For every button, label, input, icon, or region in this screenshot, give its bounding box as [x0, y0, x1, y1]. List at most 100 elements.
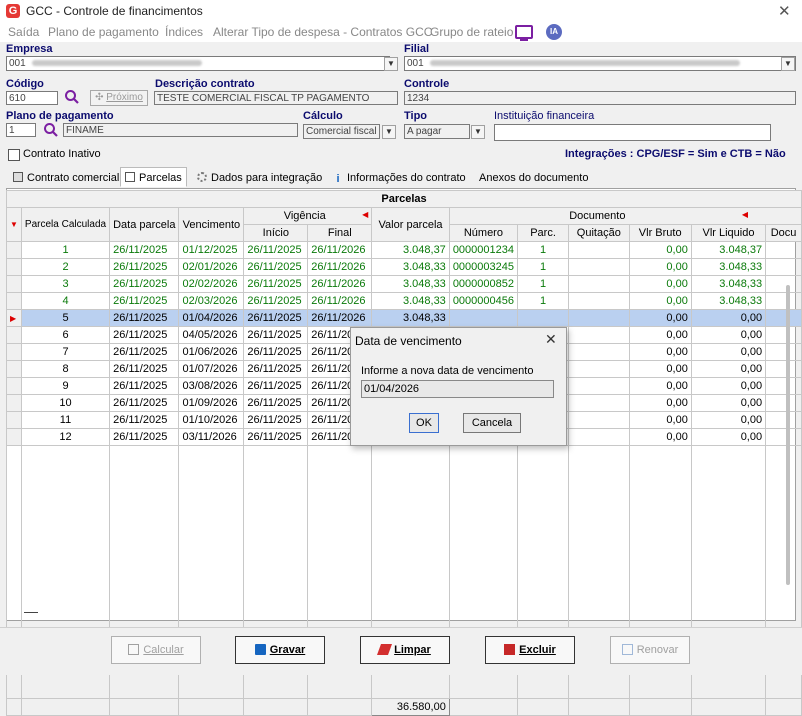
eraser-icon: [377, 644, 393, 655]
cell-q: [568, 428, 630, 446]
instituicao-input[interactable]: [494, 124, 771, 141]
cell-dp: 26/11/2025: [109, 428, 180, 446]
calculo-select[interactable]: Comercial fiscal: [303, 124, 380, 139]
menu-item-plano-pagamento[interactable]: Plano de pagamento: [48, 25, 159, 39]
tab-anexos-documento[interactable]: Anexos do documento: [474, 167, 593, 187]
cell-docu: [765, 411, 802, 429]
row-indicator[interactable]: [6, 258, 22, 276]
plano-name-input[interactable]: FINAME: [63, 123, 298, 137]
cell-vl: 3.048,33: [690, 292, 767, 310]
row-indicator[interactable]: [6, 360, 22, 378]
contrato-inativo-checkbox[interactable]: [8, 149, 20, 161]
vertical-scrollbar[interactable]: [786, 285, 790, 585]
cell-vb: 0,00: [628, 360, 692, 378]
col-docu-header[interactable]: Docu: [765, 224, 802, 242]
cell-f: 26/11/2026: [307, 275, 373, 293]
filial-select[interactable]: 001: [404, 56, 796, 71]
col-parc-header[interactable]: Parc.: [516, 224, 570, 242]
grid-footer-dash: [24, 612, 38, 613]
table-row[interactable]: 1 26/11/2025 01/12/2025 26/11/2025 26/11/202…: [6, 241, 802, 259]
col-quitacao-header[interactable]: Quitação: [568, 224, 630, 242]
col-parcela-header[interactable]: Parcela Calculada: [20, 207, 111, 242]
col-vlr-bruto-header[interactable]: Vlr Bruto: [628, 224, 692, 242]
row-indicator[interactable]: [6, 275, 22, 293]
search-codigo-icon[interactable]: [64, 89, 80, 105]
menu-item-saida[interactable]: Saída: [8, 25, 39, 39]
dialog-ok-button[interactable]: OK: [409, 413, 439, 433]
plano-code-input[interactable]: 1: [6, 123, 36, 137]
cell-p: 7: [20, 343, 111, 361]
ia-icon[interactable]: IA: [546, 24, 562, 40]
menu-item-indices[interactable]: Índices: [165, 25, 203, 39]
col-vencimento-header[interactable]: Vencimento: [178, 207, 245, 242]
col-numero-header[interactable]: Número: [448, 224, 519, 242]
codigo-input[interactable]: 610: [6, 91, 58, 105]
row-indicator[interactable]: ▶: [6, 309, 22, 327]
tab-dados-integracao[interactable]: Dados para integração: [192, 167, 327, 187]
renovar-button[interactable]: Renovar: [610, 636, 690, 664]
monitor-icon[interactable]: [515, 25, 533, 41]
table-row[interactable]: 2 26/11/2025 02/01/2026 26/11/2025 26/11/202…: [6, 258, 802, 276]
document-icon: [13, 172, 23, 182]
calculo-dropdown-icon[interactable]: ▼: [382, 125, 396, 139]
row-indicator[interactable]: [6, 377, 22, 395]
collapse-arrow-icon[interactable]: ◀: [742, 210, 748, 219]
descricao-label: Descrição contrato: [155, 78, 255, 90]
col-vigencia-header[interactable]: Vigência ◀: [243, 207, 373, 225]
col-final-header[interactable]: Final: [307, 224, 373, 242]
cell-p: 3: [20, 275, 111, 293]
proximo-button[interactable]: ✣ Próximo: [90, 90, 148, 106]
row-indicator[interactable]: [6, 241, 22, 259]
descricao-input[interactable]: TESTE COMERCIAL FISCAL TP PAGAMENTO: [154, 91, 398, 105]
collapse-arrow-icon[interactable]: ◀: [362, 210, 368, 219]
search-plano-icon[interactable]: [43, 122, 59, 138]
vencimento-date-input[interactable]: 01/04/2026: [361, 380, 554, 398]
dialog-cancel-button[interactable]: Cancela: [463, 413, 521, 433]
cell-docu: [765, 241, 802, 259]
row-indicator[interactable]: [6, 394, 22, 412]
menu-item-alterar-tipo-despesa[interactable]: Alterar Tipo de despesa - Contratos GCC: [213, 25, 432, 39]
cell-docu: [765, 377, 802, 395]
cell-val: 3.048,33: [371, 292, 450, 310]
col-vlr-liquido-header[interactable]: Vlr Liquido: [690, 224, 767, 242]
col-documento-header[interactable]: Documento ◀: [448, 207, 802, 225]
empresa-dropdown-icon[interactable]: ▼: [384, 57, 398, 71]
empresa-select[interactable]: 001: [6, 56, 390, 71]
gravar-button[interactable]: Gravar: [235, 636, 325, 664]
table-row[interactable]: ▶ 5 26/11/2025 01/04/2026 26/11/2025 26/11/20…: [6, 309, 802, 327]
menu-item-grupo-rateio[interactable]: Grupo de rateio: [430, 25, 513, 39]
tipo-dropdown-icon[interactable]: ▼: [471, 125, 485, 139]
sort-arrow-icon[interactable]: ▼: [6, 207, 22, 242]
window-close-button[interactable]: ✕: [778, 2, 791, 20]
cell-v: 01/10/2026: [178, 411, 245, 429]
row-indicator[interactable]: [6, 326, 22, 344]
row-indicator[interactable]: [6, 428, 22, 446]
tab-contrato-comercial[interactable]: Contrato comercial: [8, 167, 124, 187]
tab-informacoes-contrato[interactable]: i Informações do contrato: [328, 167, 471, 187]
documento-label: Documento: [569, 210, 626, 222]
integracoes-status: Integrações : CPG/ESF = Sim e CTB = Não: [565, 148, 786, 160]
cell-docu: [765, 428, 802, 446]
dialog-close-button[interactable]: ✕: [545, 331, 557, 348]
cell-vl: 0,00: [690, 428, 767, 446]
table-row[interactable]: 3 26/11/2025 02/02/2026 26/11/2025 26/11/202…: [6, 275, 802, 293]
cell-q: [568, 309, 630, 327]
col-data-parcela-header[interactable]: Data parcela: [109, 207, 180, 242]
row-indicator[interactable]: [6, 343, 22, 361]
tab-parcelas[interactable]: Parcelas: [120, 167, 187, 187]
tipo-select[interactable]: A pagar: [404, 124, 470, 139]
row-indicator[interactable]: [6, 292, 22, 310]
table-row[interactable]: 4 26/11/2025 02/03/2026 26/11/2025 26/11/202…: [6, 292, 802, 310]
controle-input[interactable]: 1234: [404, 91, 796, 105]
limpar-button[interactable]: Limpar: [360, 636, 450, 664]
filial-dropdown-icon[interactable]: ▼: [781, 57, 795, 71]
excluir-button[interactable]: Excluir: [485, 636, 575, 664]
cell-num: 0000003245: [448, 258, 519, 276]
calcular-button[interactable]: Calcular: [111, 636, 201, 664]
col-valor-header[interactable]: Valor parcela: [371, 207, 450, 242]
col-inicio-header[interactable]: Início: [243, 224, 309, 242]
cell-p: 6: [20, 326, 111, 344]
tab-label: Dados para integração: [211, 172, 323, 184]
cell-vl: 0,00: [690, 360, 767, 378]
row-indicator[interactable]: [6, 411, 22, 429]
